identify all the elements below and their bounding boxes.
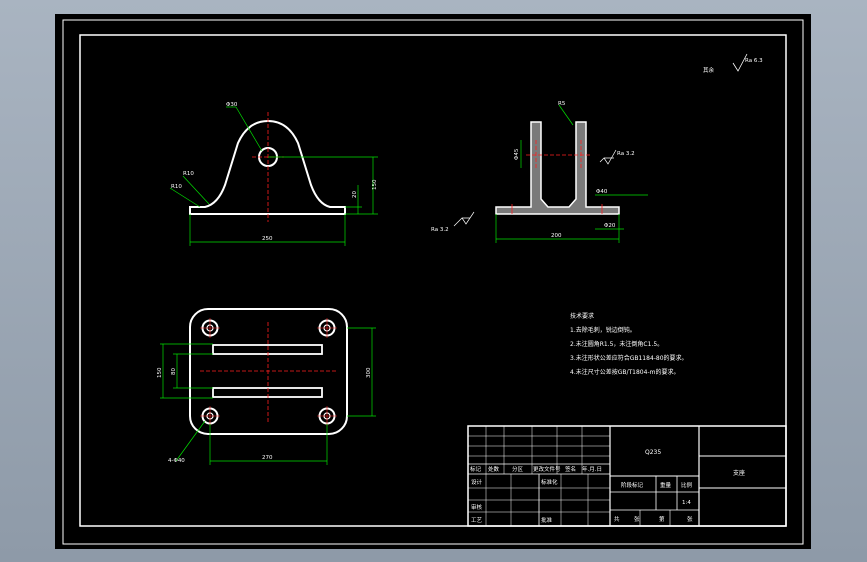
part-name: 支座 [733, 469, 745, 477]
cad-viewport: 其余 Ra 6.3 Φ30 R10 R10 150 20 250 R5 Φ45 … [0, 0, 867, 562]
hole-count-dimension: 4-Φ40 [168, 458, 185, 464]
standardize-label: 标准化 [541, 478, 558, 486]
height-dimension: 150 [372, 179, 378, 190]
dimension-40: Φ40 [596, 189, 608, 195]
roughness-right: Ra 3.2 [617, 151, 635, 157]
note-item: 4.未注尺寸公差按GB/T1804-m的要求。 [570, 368, 679, 376]
drawing-canvas: 其余 Ra 6.3 Φ30 R10 R10 150 20 250 R5 Φ45 … [55, 14, 811, 549]
notes-title: 技术要求 [570, 312, 594, 320]
base-thickness-dimension: 20 [352, 191, 358, 198]
header-cell: 标记 [470, 465, 482, 473]
stage-label: 阶段标记 [621, 481, 644, 489]
slot-dimension: Φ45 [514, 148, 520, 160]
side-width-dimension: 200 [551, 233, 562, 239]
header-cell: 年.月.日 [582, 465, 602, 473]
roughness-value: Ra 6.3 [745, 58, 763, 64]
hole-dimension: Φ30 [226, 102, 238, 108]
width-dimension: 250 [262, 236, 273, 242]
material-label: Q235 [645, 449, 661, 456]
thickness-dimension: R5 [558, 101, 566, 107]
note-item: 3.未注形状公差应符合GB1184-80的要求。 [570, 354, 688, 362]
scale-value: 1:4 [682, 500, 691, 506]
header-cell: 处数 [488, 465, 500, 473]
header-cell: 签名 [565, 465, 576, 473]
radius-dimension-2: R10 [171, 184, 182, 190]
roughness-label: 其余 [703, 66, 715, 74]
header-cell: 分区 [512, 465, 524, 473]
scale-label: 比例 [681, 481, 693, 489]
approve-label: 批准 [541, 516, 553, 524]
design-label: 设计 [471, 478, 483, 486]
plate-height-dimension: 300 [366, 367, 372, 378]
roughness-left: Ra 3.2 [431, 227, 449, 233]
note-item: 1.去除毛刺，锐边倒钝。 [570, 326, 636, 334]
sheets-label: 共 [614, 515, 620, 523]
dimension-20: Φ20 [604, 223, 616, 229]
drawing-background [55, 14, 811, 549]
slot-outer-dimension: 150 [157, 367, 163, 378]
note-item: 2.未注圆角R1.5，未注倒角C1.5。 [570, 340, 663, 348]
hole-spacing-dimension: 270 [262, 455, 273, 461]
process-label: 工艺 [471, 517, 483, 524]
page-label-2: 张 [687, 515, 693, 523]
slot-inner-dimension: 80 [171, 368, 177, 375]
sheet-label: 张 [634, 515, 640, 523]
header-cell: 更改文件号 [533, 465, 561, 473]
check-label: 审核 [471, 503, 483, 511]
page-label: 第 [659, 515, 665, 523]
weight-label: 重量 [660, 481, 672, 489]
radius-dimension: R10 [183, 171, 194, 177]
